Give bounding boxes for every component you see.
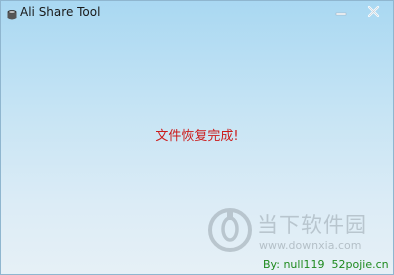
watermark-brand: 当下软件园 xyxy=(257,213,367,237)
watermark-logo-icon xyxy=(207,207,253,257)
credit-site: 52pojie.cn xyxy=(331,258,389,271)
app-icon xyxy=(7,6,17,20)
close-icon xyxy=(361,3,387,21)
status-message: 文件恢复完成! xyxy=(155,129,239,144)
minimize-icon xyxy=(328,3,354,21)
window-title: Ali Share Tool xyxy=(20,5,101,19)
minimize-button[interactable] xyxy=(328,3,354,21)
watermark-url: www.downxia.com xyxy=(259,239,362,252)
close-button[interactable] xyxy=(361,3,387,21)
credit-line: By: null119 52pojie.cn xyxy=(263,258,393,271)
credit-author: By: null119 xyxy=(263,258,325,271)
watermark: 当下软件园 www.downxia.com xyxy=(207,207,387,255)
app-window: Ali Share Tool 文件恢复完成! 当下软件园 www.downxia… xyxy=(0,0,394,275)
title-bar[interactable]: Ali Share Tool xyxy=(1,1,393,25)
